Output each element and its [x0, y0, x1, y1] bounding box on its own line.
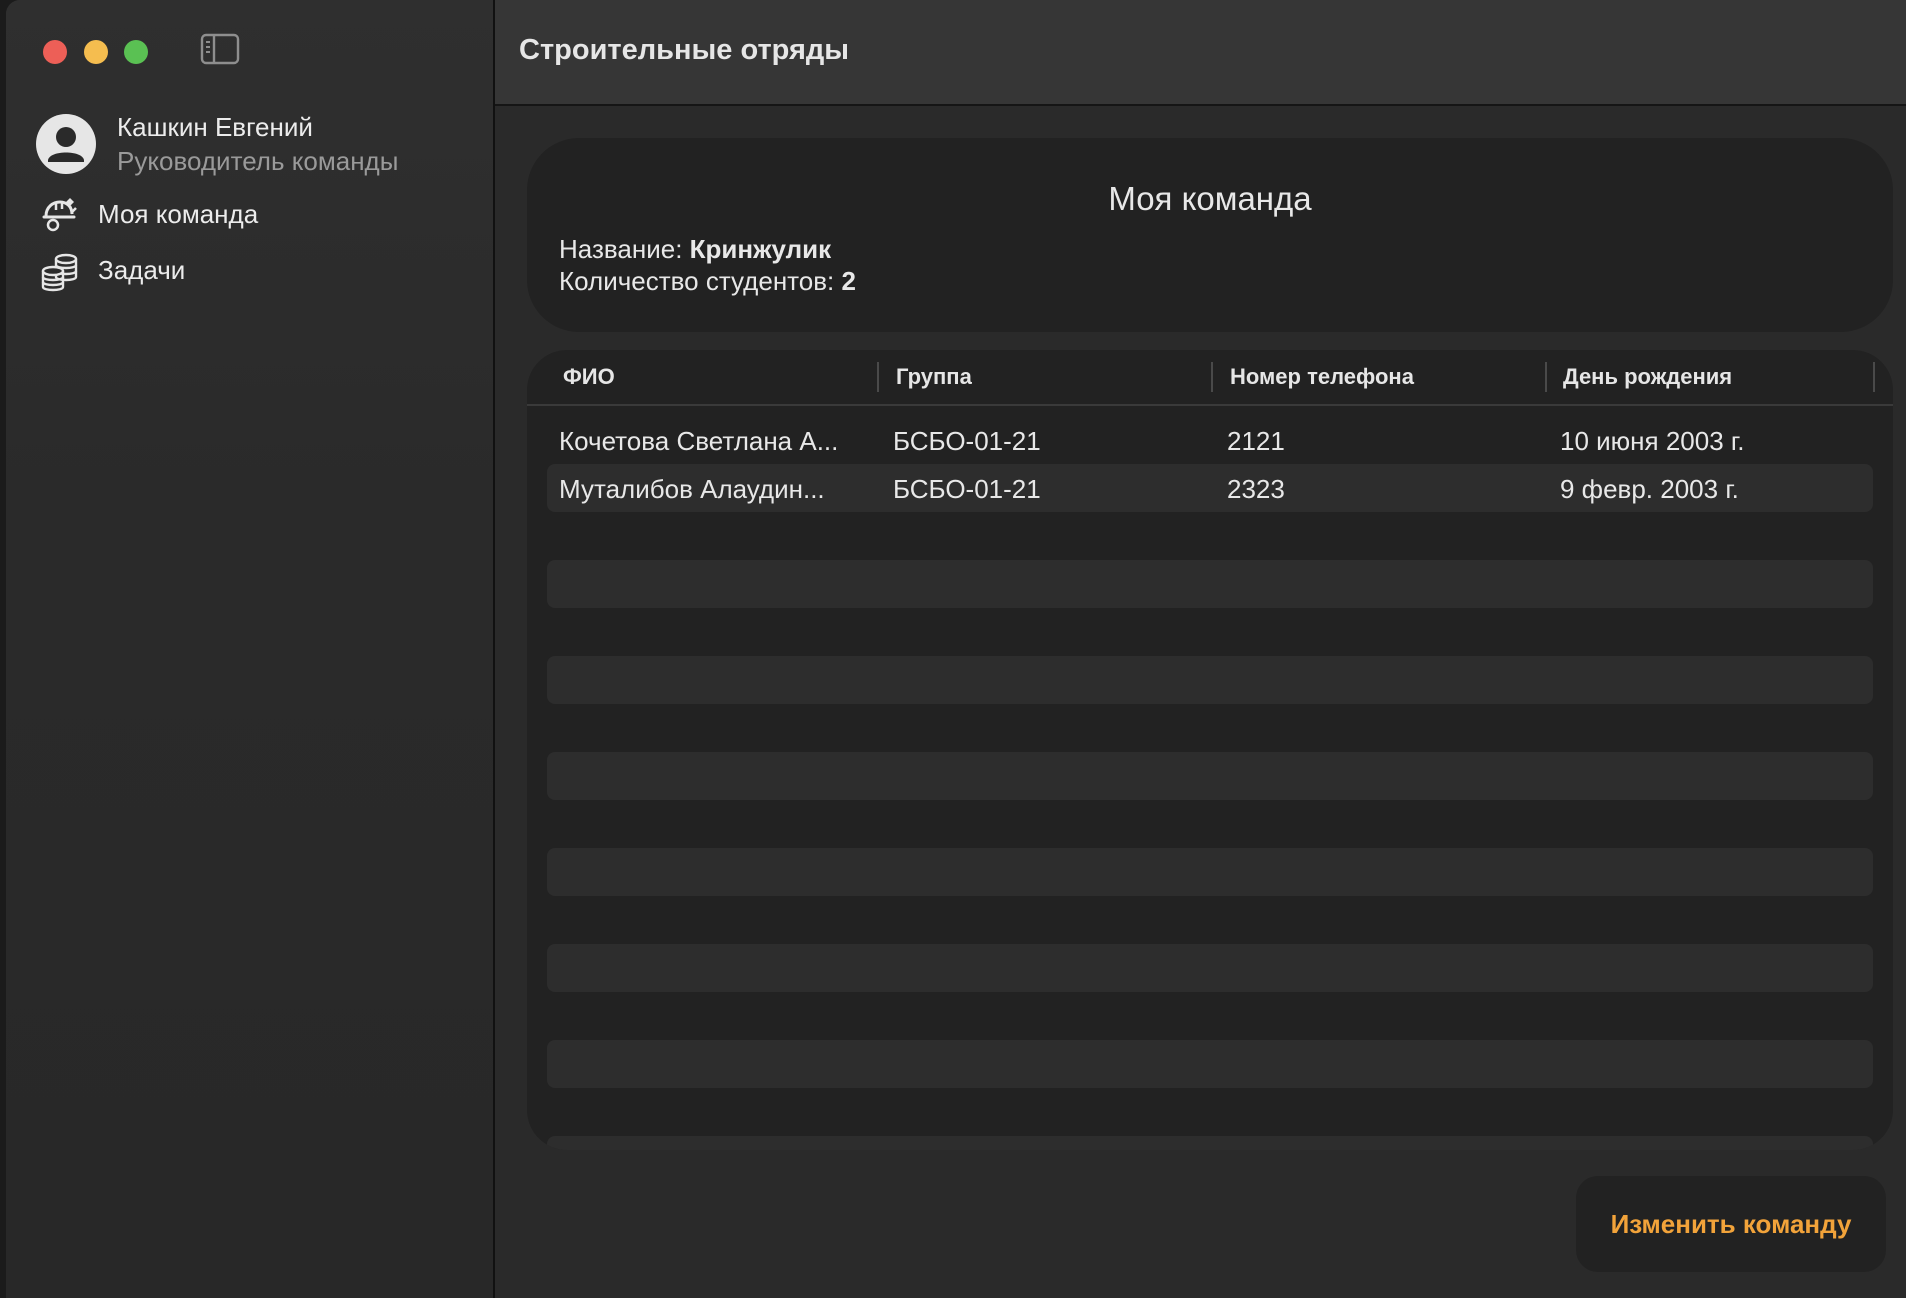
sidebar-item-my-team[interactable]: Моя команда	[36, 192, 466, 236]
table-row[interactable]: Муталибов Алаудин... БСБО-01-21 2323 9 ф…	[547, 464, 1873, 512]
window-title: Строительные отряды	[519, 34, 850, 66]
team-name-value: Кринжулик	[689, 234, 832, 264]
empty-row	[547, 656, 1873, 704]
minimize-window-button[interactable]	[84, 40, 108, 64]
team-card-title: Моя команда	[1108, 180, 1312, 217]
profile-role: Руководитель команды	[117, 146, 399, 176]
members-table: ФИО Группа Номер телефона День рождения …	[527, 350, 1893, 1150]
close-window-button[interactable]	[43, 40, 67, 64]
coins-stack-icon	[40, 252, 80, 292]
empty-row	[547, 944, 1873, 992]
cell-name: Кочетова Светлана А...	[559, 426, 839, 456]
column-header-group[interactable]: Группа	[896, 364, 972, 390]
sidebar-item-tasks[interactable]: Задачи	[36, 248, 466, 292]
cell-group: БСБО-01-21	[893, 474, 1041, 504]
team-helmet-icon	[40, 196, 80, 232]
table-row[interactable]: Кочетова Светлана А... БСБО-01-21 2121 1…	[547, 416, 1873, 464]
column-divider[interactable]	[1545, 362, 1547, 392]
cell-birthday: 9 февр. 2003 г.	[1560, 474, 1739, 504]
empty-row	[547, 752, 1873, 800]
edit-team-label: Изменить команду	[1610, 1209, 1852, 1239]
title-bar: Строительные отряды	[495, 0, 1906, 106]
sidebar: Кашкин Евгений Руководитель команды Моя …	[6, 0, 495, 1298]
team-name-line: Название: Кринжулик	[559, 234, 831, 265]
empty-row	[547, 560, 1873, 608]
sidebar-item-label: Моя команда	[98, 199, 259, 229]
sidebar-toggle-icon[interactable]	[200, 33, 240, 65]
column-header-name[interactable]: ФИО	[563, 364, 615, 390]
column-header-birthday[interactable]: День рождения	[1563, 364, 1732, 390]
column-header-phone[interactable]: Номер телефона	[1230, 364, 1414, 390]
edit-team-button[interactable]: Изменить команду	[1576, 1176, 1886, 1272]
student-count-line: Количество студентов: 2	[559, 266, 856, 297]
team-info-card: Моя команда Название: Кринжулик Количест…	[527, 138, 1893, 332]
column-divider[interactable]	[1211, 362, 1213, 392]
user-profile: Кашкин Евгений Руководитель команды	[36, 112, 476, 182]
cell-birthday: 10 июня 2003 г.	[1560, 426, 1745, 456]
empty-row	[547, 1040, 1873, 1088]
profile-name: Кашкин Евгений	[117, 112, 313, 142]
app-window: Кашкин Евгений Руководитель команды Моя …	[6, 0, 1906, 1298]
empty-row	[547, 1136, 1873, 1150]
column-divider[interactable]	[877, 362, 879, 392]
empty-row	[547, 848, 1873, 896]
cell-group: БСБО-01-21	[893, 426, 1041, 456]
main-content: Моя команда Название: Кринжулик Количест…	[495, 106, 1906, 1298]
cell-name: Муталибов Алаудин...	[559, 474, 825, 504]
cell-phone: 2323	[1227, 474, 1285, 504]
sidebar-item-label: Задачи	[98, 255, 186, 285]
team-name-label: Название:	[559, 234, 683, 264]
avatar-icon	[36, 114, 96, 174]
column-divider[interactable]	[1873, 362, 1875, 392]
table-header: ФИО Группа Номер телефона День рождения	[527, 350, 1893, 406]
cell-phone: 2121	[1227, 426, 1285, 456]
student-count-value: 2	[841, 266, 856, 296]
student-count-label: Количество студентов:	[559, 266, 835, 296]
maximize-window-button[interactable]	[124, 40, 148, 64]
